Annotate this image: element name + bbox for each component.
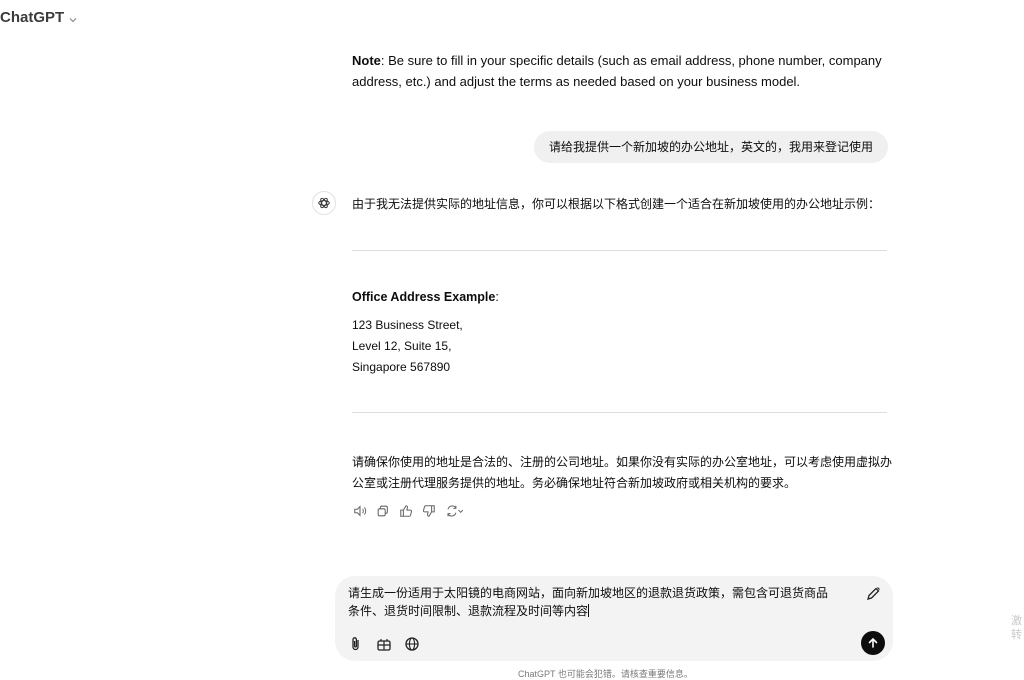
prompt-input[interactable]: 请生成一份适用于太阳镜的电商网站，面向新加坡地区的退款退货政策，需包含可退货商品… xyxy=(348,584,838,620)
note-text: : Be sure to fill in your specific detai… xyxy=(352,53,882,89)
chevron-down-icon[interactable] xyxy=(68,12,78,23)
attach-icon[interactable] xyxy=(347,635,365,653)
regenerate-icon[interactable] xyxy=(444,503,466,519)
address-line: Singapore 567890 xyxy=(352,360,451,374)
top-bar: ChatGPT xyxy=(0,4,78,30)
disclaimer-footer: ChatGPT 也可能会犯错。请核查重要信息。 xyxy=(518,669,693,679)
address-title: Office Address Example: xyxy=(352,290,499,304)
send-button[interactable] xyxy=(861,631,885,655)
message-composer[interactable]: 请生成一份适用于太阳镜的电商网站，面向新加坡地区的退款退货政策，需包含可退货商品… xyxy=(335,576,893,661)
user-message-bubble: 请给我提供一个新加坡的办公地址，英文的，我用来登记使用 xyxy=(533,131,888,163)
text-caret xyxy=(588,604,590,617)
composer-tools xyxy=(347,635,421,653)
model-selector[interactable]: ChatGPT xyxy=(0,9,64,26)
copy-icon[interactable] xyxy=(375,503,391,519)
address-block: 123 Business Street, Level 12, Suite 15,… xyxy=(352,315,463,378)
canvas-edit-icon[interactable] xyxy=(863,584,883,604)
thumbs-down-icon[interactable] xyxy=(421,503,437,519)
read-aloud-icon[interactable] xyxy=(352,503,368,519)
assistant-closing-text: 请确保你使用的地址是合法的、注册的公司地址。如果你没有实际的办公室地址，可以考虑… xyxy=(352,455,893,490)
tools-icon[interactable] xyxy=(375,635,393,653)
divider xyxy=(352,412,887,413)
note-label: Note xyxy=(352,53,381,68)
assistant-intro-text: 由于我无法提供实际的地址信息，你可以根据以下格式创建一个适合在新加坡使用的办公地… xyxy=(352,197,881,211)
assistant-avatar-icon xyxy=(312,191,336,215)
globe-icon[interactable] xyxy=(403,635,421,653)
address-line: 123 Business Street, xyxy=(352,318,463,332)
thumbs-up-icon[interactable] xyxy=(398,503,414,519)
side-watermark: 激 转 xyxy=(1011,614,1022,642)
message-actions xyxy=(352,503,466,519)
side-mark: 激 xyxy=(1011,615,1022,627)
note-paragraph: Note: Be sure to fill in your specific d… xyxy=(352,50,892,92)
address-line: Level 12, Suite 15, xyxy=(352,339,452,353)
arrow-up-icon xyxy=(868,637,878,648)
address-title-colon: : xyxy=(495,290,499,304)
address-title-text: Office Address Example xyxy=(352,290,496,304)
divider xyxy=(352,250,887,251)
side-mark: 转 xyxy=(1011,629,1022,641)
